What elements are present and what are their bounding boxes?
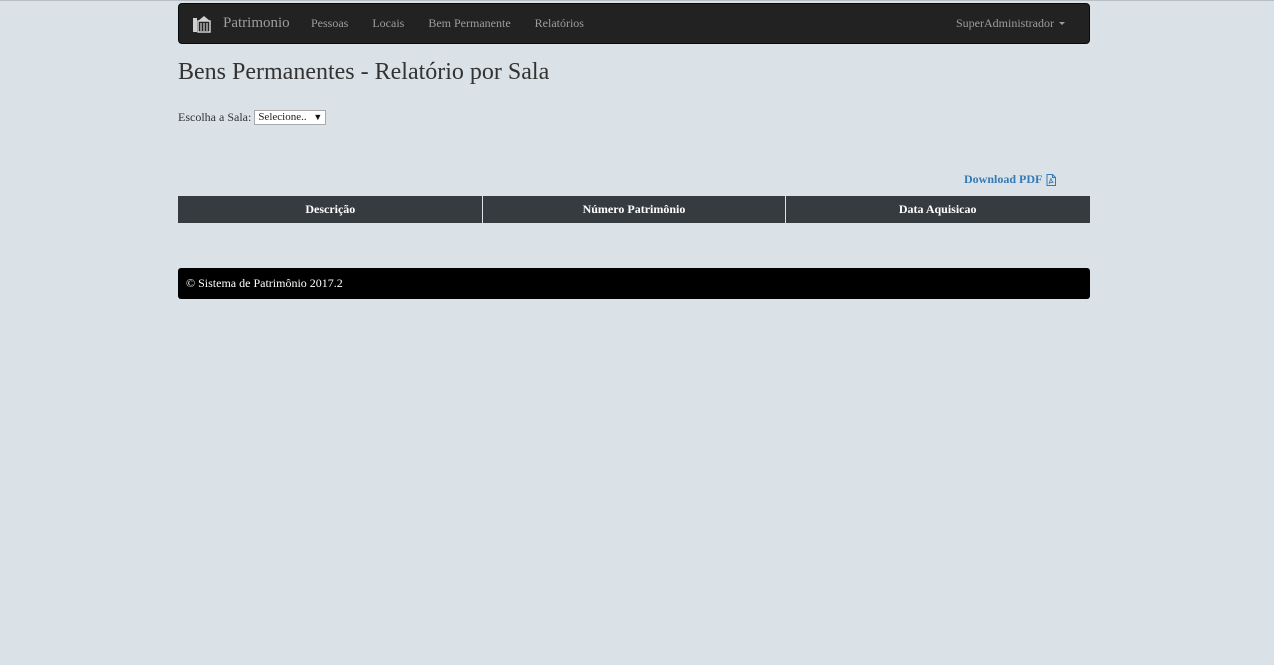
download-pdf-label: Download PDF	[964, 172, 1043, 186]
nav-item-locais[interactable]: Locais	[360, 4, 416, 43]
nav-item-relatorios[interactable]: Relatórios	[523, 4, 596, 43]
brand-link[interactable]: Patrimonio	[192, 4, 290, 43]
user-dropdown[interactable]: SuperAdministrador	[956, 4, 1065, 43]
brand-label: Patrimonio	[223, 15, 290, 31]
table-header: Descrição Número Patrimônio Data Aquisic…	[178, 196, 1090, 223]
page-footer: © Sistema de Patrimônio 2017.2	[178, 268, 1090, 299]
room-filter: Escolha a Sala: Selecione.. ▼	[178, 109, 327, 125]
page-title: Bens Permanentes - Relatório por Sala	[178, 59, 550, 85]
room-select[interactable]: Selecione.. ▼	[254, 109, 327, 125]
download-pdf-link[interactable]: Download PDF	[964, 172, 1057, 187]
assets-table: Descrição Número Patrimônio Data Aquisic…	[178, 196, 1090, 223]
column-data-aquisicao[interactable]: Data Aquisicao	[785, 196, 1090, 223]
top-navbar: Patrimonio Pessoas Locais Bem Permanente…	[178, 3, 1090, 44]
column-numero-patrimonio[interactable]: Número Patrimônio	[481, 196, 787, 223]
room-filter-label: Escolha a Sala:	[178, 109, 252, 124]
nav-menu: Pessoas Locais Bem Permanente Relatórios	[299, 4, 596, 43]
column-descricao[interactable]: Descrição	[178, 196, 483, 223]
footer-text: © Sistema de Patrimônio 2017.2	[186, 276, 343, 290]
nav-item-pessoas[interactable]: Pessoas	[299, 4, 360, 43]
nav-item-bem-permanente[interactable]: Bem Permanente	[416, 4, 522, 43]
table-header-row: Descrição Número Patrimônio Data Aquisic…	[178, 196, 1090, 223]
pdf-file-icon	[1046, 173, 1057, 186]
room-select-value: Selecione..	[258, 111, 307, 123]
dropdown-arrow-icon: ▼	[313, 112, 323, 122]
user-name: SuperAdministrador	[956, 16, 1054, 30]
building-icon	[192, 14, 212, 34]
caret-down-icon	[1059, 22, 1065, 25]
